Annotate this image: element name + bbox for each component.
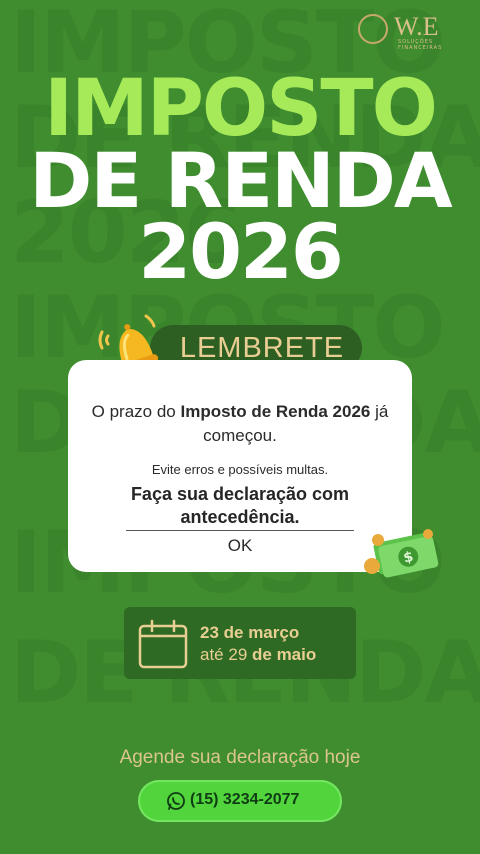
date-start: 23 de março — [200, 623, 300, 642]
whatsapp-icon — [167, 792, 185, 810]
deadline-message: O prazo do Imposto de Renda 2026 já come… — [91, 402, 389, 445]
logo-text: W.E — [394, 12, 439, 41]
warning-text: Evite erros e possíveis multas. — [151, 462, 329, 477]
logo-emblem-icon — [358, 14, 388, 44]
reminder-dialog: O prazo do Imposto de Renda 2026 já come… — [68, 360, 412, 572]
whatsapp-button[interactable]: (15) 3234-2077 — [138, 780, 342, 822]
date-end: até 29 de maio — [200, 645, 317, 664]
advice-text: Faça sua declaração com antecedência. — [130, 484, 350, 527]
brand-logo: W.E SOLUÇÕES FINANCEIRAS — [358, 12, 468, 51]
logo-subtext: SOLUÇÕES FINANCEIRAS — [398, 39, 443, 51]
dialog-divider — [126, 530, 354, 531]
date-range-box: 23 de março até 29 de maio — [124, 607, 356, 679]
ok-button[interactable]: OK — [68, 536, 412, 556]
phone-number: (15) 3234-2077 — [190, 791, 300, 808]
call-to-action: Agende sua declaração hoje — [119, 747, 361, 768]
headline-line-3: 2026 — [138, 207, 344, 296]
calendar-icon — [138, 619, 188, 669]
money-icon: $ — [364, 529, 439, 578]
date-range-text: 23 de março até 29 de maio — [200, 622, 316, 666]
